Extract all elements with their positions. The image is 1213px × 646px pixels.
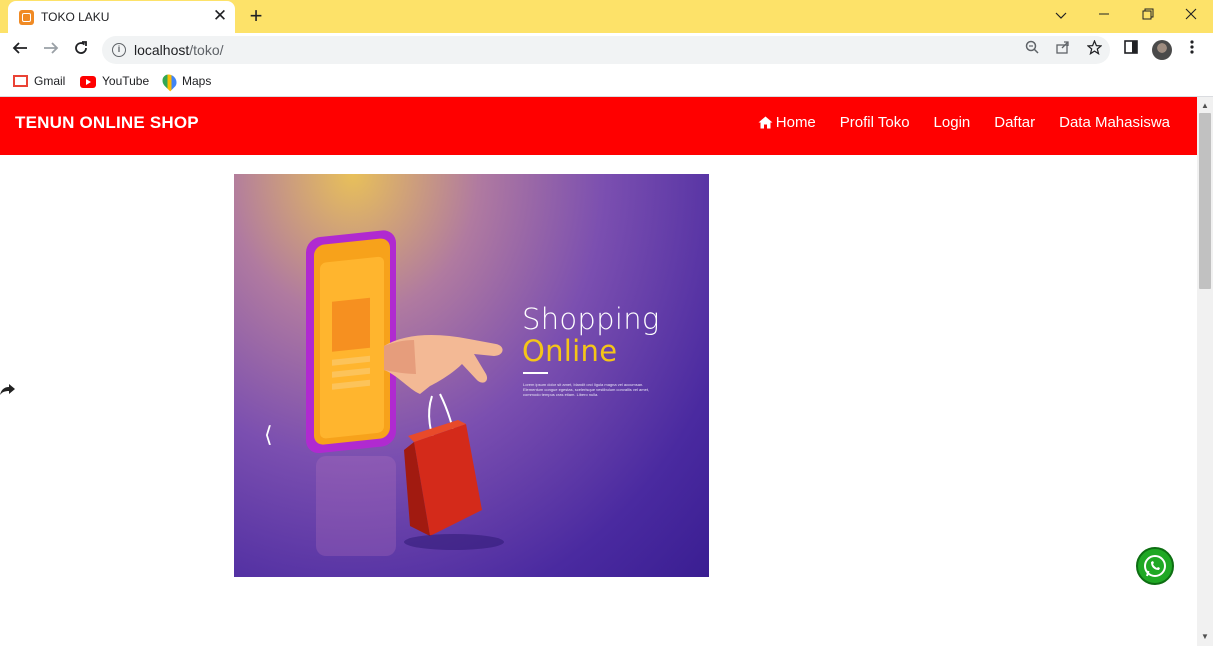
bookmark-youtube[interactable]: YouTube: [80, 72, 149, 90]
tab-strip: TOKO LAKU ✕ +: [0, 0, 1213, 33]
browser-tab[interactable]: TOKO LAKU ✕: [8, 1, 235, 33]
nav-daftar[interactable]: Daftar: [994, 114, 1035, 131]
site-info-icon[interactable]: i: [112, 43, 126, 57]
browser-toolbar: i localhost/toko/: [0, 33, 1213, 66]
banner-body-text: Lorem ipsum dolor sit amet, blandit orci…: [523, 382, 650, 397]
nav-menu: Home Profil Toko Login Daftar Data Mahas…: [734, 114, 1170, 131]
banner-title-shopping: Shopping: [522, 302, 660, 336]
banner-title-online: Online: [522, 334, 618, 368]
carousel-prev-button[interactable]: ⟨: [264, 424, 273, 446]
shopping-illustration: [306, 230, 504, 556]
page-viewport: TENUN ONLINE SHOP Home Profil Toko Login…: [0, 97, 1213, 646]
nav-home[interactable]: Home: [758, 114, 816, 131]
maps-icon: [159, 71, 180, 92]
tab-title: TOKO LAKU: [41, 10, 110, 24]
reload-icon[interactable]: [68, 37, 94, 63]
gmail-icon: [13, 75, 28, 88]
window-close-icon[interactable]: [1171, 3, 1211, 27]
close-tab-icon[interactable]: ✕: [210, 6, 230, 26]
bookmark-star-icon[interactable]: [1084, 39, 1104, 60]
bookmark-maps[interactable]: Maps: [159, 71, 211, 92]
scroll-thumb[interactable]: [1199, 113, 1211, 289]
share-icon[interactable]: [0, 381, 16, 397]
zoom-icon[interactable]: [1022, 40, 1042, 60]
share-page-icon[interactable]: [1053, 40, 1073, 60]
banner-divider: [523, 372, 548, 374]
side-panel-icon[interactable]: [1119, 38, 1143, 62]
nav-profil-toko[interactable]: Profil Toko: [840, 114, 910, 131]
home-icon: [758, 116, 773, 130]
youtube-icon: [80, 75, 96, 88]
site-brand[interactable]: TENUN ONLINE SHOP: [15, 113, 199, 133]
restore-icon[interactable]: [1128, 3, 1168, 27]
new-tab-button[interactable]: +: [244, 4, 268, 28]
page-scrollbar[interactable]: ▲ ▼: [1197, 97, 1213, 646]
url-text: localhost/toko/: [134, 42, 224, 58]
bookmarks-bar: Gmail YouTube Maps: [0, 66, 1213, 97]
minimize-icon[interactable]: [1084, 3, 1124, 27]
whatsapp-icon[interactable]: [1136, 547, 1174, 585]
more-menu-icon[interactable]: [1180, 38, 1204, 62]
back-arrow-icon[interactable]: [7, 37, 33, 63]
banner-carousel: Shopping Online Lorem ipsum dolor sit am…: [234, 174, 709, 577]
address-bar[interactable]: i localhost/toko/: [102, 36, 1110, 64]
nav-login[interactable]: Login: [934, 114, 971, 131]
nav-data-mahasiswa[interactable]: Data Mahasiswa: [1059, 114, 1170, 131]
bookmark-gmail[interactable]: Gmail: [13, 72, 65, 90]
forward-arrow-icon[interactable]: [38, 37, 64, 63]
scroll-up-arrow-icon[interactable]: ▲: [1197, 99, 1213, 113]
tab-search-icon[interactable]: [1041, 3, 1081, 27]
scroll-down-arrow-icon[interactable]: ▼: [1197, 630, 1213, 644]
profile-avatar[interactable]: [1152, 40, 1172, 60]
xampp-favicon-icon: [19, 10, 34, 25]
site-navbar: TENUN ONLINE SHOP Home Profil Toko Login…: [0, 97, 1197, 155]
